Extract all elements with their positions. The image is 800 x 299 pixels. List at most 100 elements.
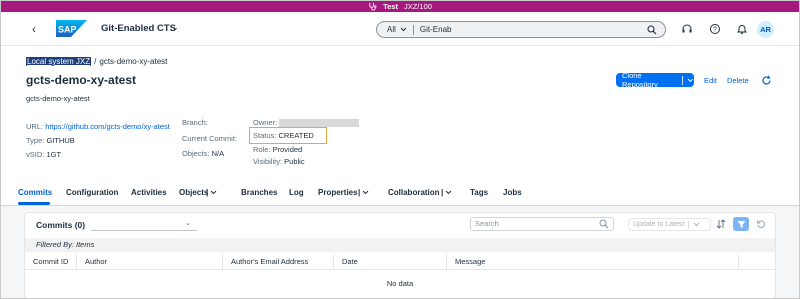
- tab-objects-menu[interactable]: |: [206, 188, 217, 197]
- facet-objects: Objects: N/A: [182, 149, 224, 159]
- type-value: GITHUB: [46, 136, 75, 145]
- filter-info-bar: Filtered By: Items: [25, 238, 775, 252]
- delete-button[interactable]: Delete: [727, 76, 749, 85]
- tab-objects[interactable]: Objects: [179, 188, 208, 197]
- column-header-date[interactable]: Date: [334, 254, 447, 270]
- header-actions: Clone Repository Edit Delete: [616, 71, 772, 89]
- tab-log[interactable]: Log: [289, 188, 304, 197]
- column-header-message[interactable]: Message: [447, 254, 739, 270]
- facet-visibility: Visibility: Public: [253, 157, 305, 167]
- update-to-latest-label: Update to Latest: [633, 221, 685, 228]
- sort-icon[interactable]: [716, 219, 726, 229]
- column-header-author[interactable]: Author: [77, 254, 223, 270]
- table-search-input[interactable]: Search: [470, 217, 614, 231]
- visibility-value: Public: [284, 157, 305, 166]
- shell-bar: ‹ SAP Git-Enabled CTS ⌄ All Git-Enab ? A…: [0, 12, 800, 46]
- tab-jobs[interactable]: Jobs: [503, 188, 522, 197]
- column-header-author-email[interactable]: Author's Email Address: [223, 254, 334, 270]
- objects-label: Objects:: [182, 149, 210, 158]
- facet-type: Type: GITHUB: [26, 136, 75, 146]
- chevron-down-icon: ⌄: [185, 220, 191, 227]
- filter-icon: [737, 220, 745, 228]
- active-tab-indicator: [18, 202, 50, 205]
- sap-logo[interactable]: SAP: [56, 20, 87, 37]
- tab-collaboration-menu[interactable]: |: [441, 188, 452, 197]
- facet-role: Role: Provided: [253, 145, 302, 155]
- back-icon[interactable]: ‹: [32, 22, 44, 36]
- avatar[interactable]: AR: [757, 21, 774, 38]
- status-highlight-box: [249, 127, 327, 144]
- tab-properties[interactable]: Properties: [318, 188, 358, 197]
- facet-branch: Branch:: [182, 118, 208, 128]
- page-subtitle: gcts-demo-xy-atest: [26, 94, 90, 103]
- clone-repository-label: Clone Repository: [622, 71, 658, 89]
- search-icon[interactable]: [599, 219, 609, 229]
- stethoscope-icon: [369, 2, 377, 11]
- current-commit-label: Current Commit:: [182, 134, 238, 143]
- button-divider: [682, 75, 684, 85]
- tab-commits[interactable]: Commits: [18, 188, 52, 197]
- role-label: Role:: [253, 145, 271, 154]
- button-divider: [688, 220, 690, 229]
- chevron-down-icon[interactable]: [693, 222, 700, 227]
- table-search-placeholder: Search: [475, 219, 499, 228]
- search-icon[interactable]: [645, 24, 659, 35]
- global-search[interactable]: All Git-Enab: [376, 21, 666, 38]
- search-divider: [412, 24, 414, 35]
- facet-vsid: vSID: 1GT: [26, 150, 61, 160]
- help-icon[interactable]: ?: [709, 23, 721, 35]
- search-input[interactable]: Git-Enab: [420, 25, 645, 34]
- tab-branches[interactable]: Branches: [241, 188, 277, 197]
- update-to-latest-button[interactable]: Update to Latest: [628, 218, 711, 231]
- environment-system: JXZ/100: [403, 1, 432, 11]
- environment-banner: Test JXZ/100: [0, 0, 800, 12]
- tab-configuration[interactable]: Configuration: [66, 188, 118, 197]
- tab-bar: Commits Configuration Activities Objects…: [0, 180, 800, 206]
- branch-label: Branch:: [182, 118, 208, 127]
- facet-current-commit: Current Commit:: [182, 134, 237, 144]
- role-value: Provided: [272, 145, 303, 154]
- search-scope-select[interactable]: All: [377, 25, 407, 34]
- objects-value: N/A: [211, 149, 225, 158]
- page-title: gcts-demo-xy-atest: [26, 73, 137, 87]
- chevron-down-icon[interactable]: [687, 78, 694, 83]
- reset-filter-icon[interactable]: [756, 219, 766, 229]
- table-header-row: Commit ID Author Author's Email Address …: [25, 254, 775, 270]
- variant-select[interactable]: ⌄: [91, 217, 197, 231]
- vsid-label: vSID:: [26, 150, 45, 159]
- tab-properties-menu[interactable]: |: [358, 188, 369, 197]
- search-scope-value: All: [387, 25, 396, 34]
- clone-repository-button[interactable]: Clone Repository: [616, 71, 694, 89]
- filter-button[interactable]: [733, 217, 749, 231]
- tab-activities[interactable]: Activities: [131, 188, 167, 197]
- bell-icon[interactable]: [736, 23, 748, 35]
- svg-text:SAP: SAP: [58, 25, 77, 35]
- type-label: Type:: [26, 136, 45, 145]
- url-label: URL:: [26, 122, 44, 131]
- chevron-down-icon: [400, 27, 407, 32]
- table-empty-text: No data: [386, 279, 414, 288]
- tab-collaboration[interactable]: Collaboration: [388, 188, 440, 197]
- environment-label: Test: [383, 1, 398, 11]
- headset-icon[interactable]: [681, 23, 693, 35]
- facet-url: URL: https://github.com/gcts-demo/xy-ate…: [26, 122, 170, 132]
- chevron-down-icon[interactable]: ⌄: [172, 23, 179, 32]
- vsid-value: 1GT: [46, 150, 62, 159]
- owner-label: Owner:: [253, 118, 278, 127]
- breadcrumb-current: gcts-demo-xy-atest: [99, 57, 168, 66]
- chevron-down-icon: [211, 190, 217, 195]
- breadcrumb-link[interactable]: Local system JXZ: [26, 57, 92, 66]
- chevron-down-icon: [363, 190, 369, 195]
- table-title: Commits (0): [36, 220, 86, 230]
- tab-tags[interactable]: Tags: [470, 188, 488, 197]
- refresh-icon[interactable]: [761, 74, 772, 86]
- breadcrumb: Local system JXZ / gcts-demo-xy-atest: [26, 57, 167, 66]
- breadcrumb-separator: /: [94, 57, 97, 66]
- svg-text:?: ?: [713, 27, 717, 34]
- visibility-label: Visibility:: [253, 157, 283, 166]
- column-header-commit-id[interactable]: Commit ID: [25, 254, 77, 270]
- app-title[interactable]: Git-Enabled CTS: [101, 23, 176, 34]
- chevron-down-icon: [446, 190, 452, 195]
- repository-url-link[interactable]: https://github.com/gcts-demo/xy-atest: [45, 122, 170, 131]
- edit-button[interactable]: Edit: [704, 76, 717, 85]
